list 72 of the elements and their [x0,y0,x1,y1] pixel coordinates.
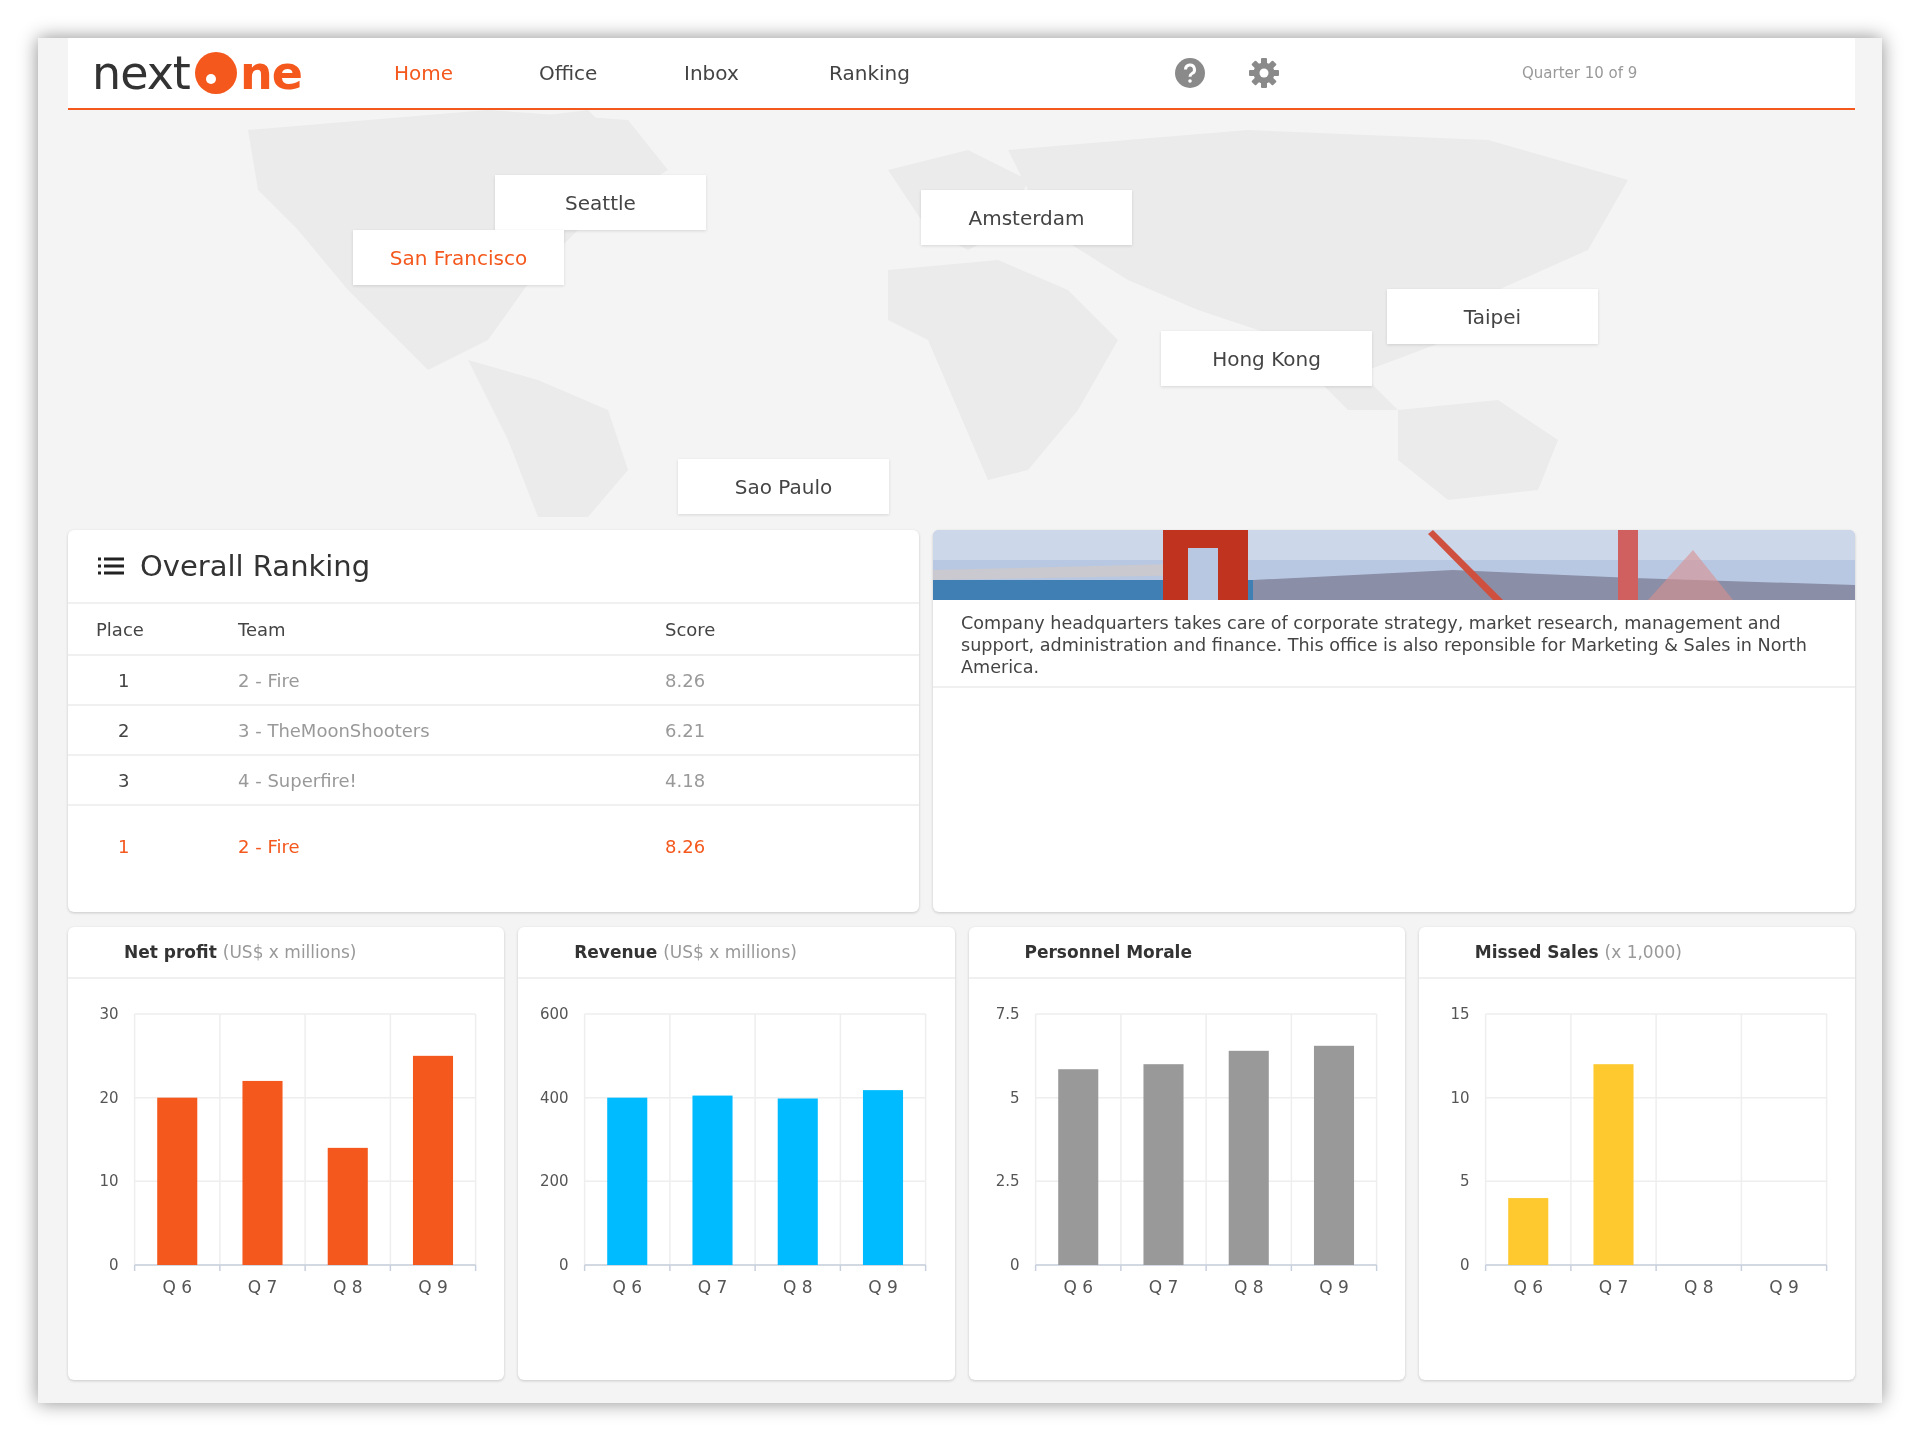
axis-category-label: Q 6 [612,1277,643,1297]
city-button[interactable]: Seattle [495,175,706,230]
axis-tick-label: 20 [99,1088,119,1107]
axis-tick-label: 5 [1459,1172,1470,1191]
table-cell-text: 4.18 [665,769,707,791]
table-cell-text: 2 - Fire [238,835,301,857]
axis-category-label: Q 6 [1513,1277,1543,1297]
table-cell-text: 2 - Fire [238,669,301,691]
table-cell-text: 3 - TheMoonShooters [238,719,431,741]
column-header: Team [238,618,287,640]
city-button[interactable]: Taipei [1387,289,1598,344]
chart-unit: (US$ x millions) [663,942,797,962]
city-button[interactable]: Sao Paulo [678,459,889,514]
chart-title: Net profit [124,942,217,962]
axis-category-label: Q 7 [697,1277,728,1297]
help-icon[interactable] [1174,57,1206,89]
axis-category-label: Q 9 [1318,1277,1349,1297]
logo-text: ne [239,46,302,100]
table-cell-text: 6.21 [665,719,707,741]
axis-tick-label: 2.5 [995,1172,1020,1191]
axis-category-label: Q 7 [1148,1277,1178,1297]
axis-category-label: Q 6 [162,1277,193,1297]
axis-category-label: Q 8 [1683,1277,1714,1297]
table-cell-text: 4 - Superfire! [238,769,358,791]
axis-category-label: Q 9 [1768,1277,1799,1297]
logo-text: next [92,46,190,100]
axis-tick-label: 200 [540,1172,569,1191]
axis-tick-label: 400 [540,1088,569,1107]
chart-title: Revenue [574,942,658,962]
table-cell-text: 3 [117,769,131,791]
axis-tick-label: 0 [559,1256,569,1274]
column-header: Score [665,618,717,640]
axis-category-label: Q 9 [418,1277,448,1297]
axis-category-label: Q 7 [247,1277,278,1297]
axis-category-label: Q 8 [1233,1277,1264,1297]
quarter-label: Quarter 10 of 9 [1522,64,1638,82]
axis-tick-label: 5 [1009,1088,1020,1107]
bar [1507,1198,1549,1265]
logo-mark-icon [193,51,238,95]
axis-tick-label: 600 [540,1005,569,1023]
ranking-title: Overall Ranking [140,549,371,583]
axis-tick-label: 10 [99,1172,119,1191]
axis-category-label: Q 6 [1062,1277,1093,1297]
table-cell-text: 1 [117,835,131,857]
axis-tick-label: 30 [99,1005,119,1023]
axis-category-label: Q 9 [868,1277,899,1297]
nav-tab[interactable]: Inbox [684,55,829,91]
table-cell-text: 8.26 [665,835,707,857]
axis-category-label: Q 8 [332,1277,363,1297]
column-header: Place [96,618,145,640]
office-description: Company headquarters takes care of corporate strategy, market research, management and support, administration and finance. This office is also reponsible for Marketing & Sales in North America. [933,600,1855,688]
axis-tick-label: 15 [1450,1005,1470,1023]
nav-tab[interactable]: Ranking [829,55,974,91]
chart-title: Personnel Morale [1024,942,1192,962]
table-cell-text: 1 [117,669,131,691]
chart-unit: (x 1,000) [1604,942,1682,962]
axis-tick-label: 0 [1009,1256,1020,1274]
axis-category-label: Q 8 [783,1277,813,1297]
chart-title: Missed Sales [1474,942,1599,962]
chart-unit: (US$ x millions) [222,942,357,962]
settings-icon[interactable] [1248,57,1280,89]
city-button[interactable]: Amsterdam [921,190,1132,245]
axis-tick-label: 0 [109,1256,119,1274]
table-cell-text: 2 [117,719,131,741]
axis-tick-label: 10 [1450,1088,1470,1107]
axis-tick-label: 7.5 [995,1005,1020,1023]
nav-tab[interactable]: Office [539,55,684,91]
city-button[interactable]: Hong Kong [1161,331,1372,386]
list-icon [98,557,124,575]
table-cell-text: 8.26 [665,669,707,691]
axis-tick-label: 0 [1459,1256,1470,1274]
axis-category-label: Q 7 [1598,1277,1629,1297]
